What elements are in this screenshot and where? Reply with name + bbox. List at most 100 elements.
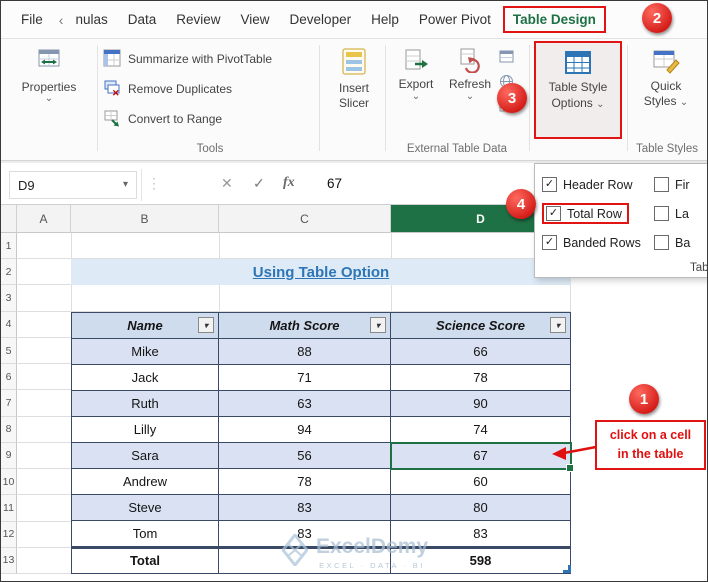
header-row-label: Header Row (563, 177, 633, 192)
export-icon (390, 47, 442, 73)
cell-c5[interactable]: 88 (219, 338, 391, 365)
filter-dropdown-icon[interactable]: ▾ (198, 317, 214, 334)
cell-d8[interactable]: 74 (391, 417, 570, 443)
enter-icon[interactable]: ✓ (253, 175, 265, 192)
cell-b11[interactable]: Steve (72, 494, 219, 521)
cell-b10[interactable]: Andrew (72, 468, 219, 495)
quick-styles-button[interactable]: Quick Styles ⌄ (633, 47, 699, 109)
header-cell-science-score[interactable]: Science Score ▾ (391, 312, 570, 339)
cell-d6[interactable]: 78 (391, 365, 570, 391)
row-header-9[interactable]: 9 (1, 442, 17, 470)
data-range-properties-icon[interactable] (499, 49, 521, 67)
header-row-checkbox[interactable]: ✓ Header Row (542, 177, 654, 192)
convert-to-range-icon (103, 109, 121, 130)
tab-view[interactable]: View (231, 6, 280, 33)
refresh-label: Refresh (448, 77, 492, 91)
tab-power-pivot[interactable]: Power Pivot (409, 6, 501, 33)
cell-d5[interactable]: 66 (391, 338, 570, 365)
table-style-options-label-1: Table Style (548, 80, 608, 94)
row-header-2[interactable]: 2 (1, 259, 17, 286)
cell-c9[interactable]: 56 (219, 442, 391, 469)
row-header-11[interactable]: 11 (1, 495, 17, 522)
tab-table-design[interactable]: Table Design (502, 6, 606, 33)
name-box-dropdown-icon[interactable]: ▾ (123, 180, 128, 190)
cell-b13-total-label[interactable]: Total (72, 546, 219, 573)
tab-formulas-partial[interactable]: nulas (65, 6, 117, 33)
table-styles-group-label: Table Styles (635, 143, 698, 155)
first-column-checkbox[interactable]: Fir (654, 177, 690, 192)
tab-review[interactable]: Review (166, 6, 230, 33)
refresh-button[interactable]: Refresh ⌄ (444, 47, 496, 102)
chevron-down-icon: ⌄ (679, 97, 689, 108)
filter-dropdown-icon[interactable]: ▾ (370, 317, 386, 334)
watermark-tagline: EXCEL · DATA · BI (319, 560, 425, 570)
table-row: Ruth 63 90 (72, 390, 570, 417)
column-header-b[interactable]: B (71, 205, 219, 233)
formula-bar-separator (141, 169, 142, 201)
cell-b7[interactable]: Ruth (72, 390, 219, 417)
summarize-with-pivottable-button[interactable]: Summarize with PivotTable (103, 47, 272, 71)
filter-dropdown-icon[interactable]: ▾ (550, 317, 566, 334)
row-header-1[interactable]: 1 (1, 233, 17, 260)
tab-developer[interactable]: Developer (280, 6, 362, 33)
cell-b9[interactable]: Sara (72, 442, 219, 469)
summarize-label: Summarize with PivotTable (128, 52, 273, 66)
cell-b12[interactable]: Tom (72, 520, 219, 547)
name-box[interactable]: D9 ▾ (9, 171, 137, 199)
table-row: Lilly 94 74 (72, 416, 570, 443)
cell-d11[interactable]: 80 (391, 494, 570, 521)
row-header-4[interactable]: 4 (1, 311, 17, 338)
formula-input[interactable]: 67 (327, 176, 342, 191)
column-header-a[interactable]: A (17, 205, 71, 233)
cell-c6[interactable]: 71 (219, 364, 391, 391)
remove-duplicates-button[interactable]: ✕ Remove Duplicates (103, 77, 232, 101)
cell-c8[interactable]: 94 (219, 416, 391, 443)
row-header-13[interactable]: 13 (1, 547, 17, 574)
table-resize-handle[interactable] (563, 565, 571, 573)
insert-function-icon[interactable]: fx (283, 175, 295, 191)
cell-b8[interactable]: Lilly (72, 416, 219, 443)
header-cell-math-score[interactable]: Math Score ▾ (219, 312, 391, 339)
column-header-c[interactable]: C (219, 205, 391, 233)
banded-columns-checkbox[interactable]: Ba (654, 235, 690, 250)
ribbon-tab-bar: File ‹ nulas Data Review View Developer … (1, 1, 707, 39)
tab-file[interactable]: File (11, 6, 53, 33)
sheet-title-cell[interactable]: Using Table Option (71, 259, 571, 286)
step-1-badge: 1 (629, 384, 659, 414)
cell-c7[interactable]: 63 (219, 390, 391, 417)
tab-help[interactable]: Help (361, 6, 409, 33)
last-column-checkbox[interactable]: La (654, 206, 689, 221)
table-style-options-button[interactable]: Table Style Options ⌄ (534, 41, 622, 139)
insert-slicer-button[interactable]: Insert Slicer (323, 47, 385, 111)
header-cell-name[interactable]: Name ▾ (72, 312, 219, 339)
export-button[interactable]: Export ⌄ (390, 47, 442, 102)
select-all-corner[interactable] (1, 205, 17, 233)
row-header-6[interactable]: 6 (1, 364, 17, 391)
cell-c11[interactable]: 83 (219, 494, 391, 521)
step-3-badge: 3 (497, 83, 527, 113)
total-row-checkbox[interactable]: ✓ Total Row (542, 203, 654, 224)
row-header-12[interactable]: 12 (1, 521, 17, 548)
row-header-3[interactable]: 3 (1, 285, 17, 312)
cell-b5[interactable]: Mike (72, 338, 219, 365)
tab-data[interactable]: Data (118, 6, 167, 33)
properties-button[interactable]: Properties ⌄ (1, 47, 97, 104)
cell-d7[interactable]: 90 (391, 390, 570, 417)
chevron-down-icon: ⌄ (465, 91, 475, 102)
row-header-10[interactable]: 10 (1, 469, 17, 496)
remove-duplicates-icon: ✕ (103, 79, 121, 100)
cell-b6[interactable]: Jack (72, 364, 219, 391)
table-row: Andrew 78 60 (72, 468, 570, 495)
cancel-icon[interactable]: ✕ (221, 175, 233, 192)
watermark-name: ExcelDemy (316, 535, 429, 559)
cell-d10[interactable]: 60 (391, 469, 570, 495)
properties-label: Properties (21, 80, 77, 94)
table-header-row: Name ▾ Math Score ▾ Science Score ▾ (72, 312, 570, 339)
banded-rows-checkbox[interactable]: ✓ Banded Rows (542, 235, 654, 250)
row-header-7[interactable]: 7 (1, 390, 17, 417)
row-header-5[interactable]: 5 (1, 337, 17, 365)
cell-c10[interactable]: 78 (219, 468, 391, 495)
row-header-8[interactable]: 8 (1, 416, 17, 443)
step-4-badge: 4 (506, 189, 536, 219)
convert-to-range-button[interactable]: Convert to Range (103, 107, 222, 131)
